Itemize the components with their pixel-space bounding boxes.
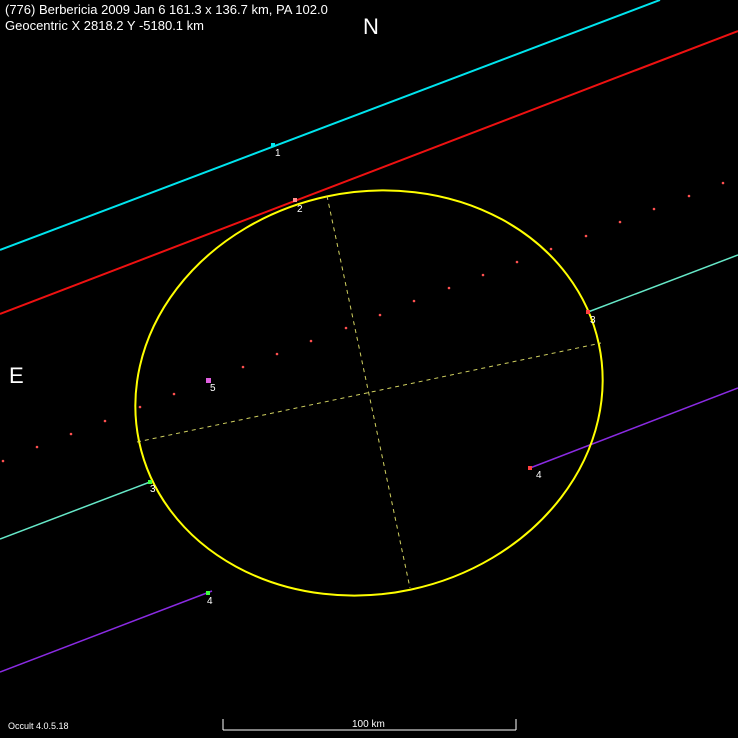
north-label: N — [363, 14, 379, 39]
path-dot — [618, 220, 622, 224]
path-dots — [1, 181, 725, 463]
path-dot — [549, 247, 553, 251]
east-label: E — [9, 363, 24, 388]
chord-4-marker-east — [206, 591, 210, 595]
path-dot — [378, 313, 382, 317]
chord-1-label: 1 — [275, 148, 281, 159]
software-version: Occult 4.0.5.18 — [8, 721, 69, 731]
chord-1-marker — [271, 143, 275, 147]
minor-axis — [326, 195, 411, 589]
path-dot — [35, 445, 39, 449]
path-dot — [447, 286, 451, 290]
path-dot — [344, 326, 348, 330]
path-dot — [172, 392, 176, 396]
chord-4-line-east — [0, 590, 213, 673]
chord-3-marker-west — [586, 310, 590, 314]
occultation-diagram: 1 2 3 3 4 4 5 — [0, 0, 738, 731]
chord-2-label: 2 — [297, 204, 303, 215]
path-dot — [241, 365, 245, 369]
chord-2-marker — [293, 198, 297, 202]
path-dot — [1, 459, 5, 463]
path-dot — [275, 352, 279, 356]
chord-2-line — [0, 30, 738, 315]
path-dot — [103, 419, 107, 423]
chord-4-label-west: 4 — [536, 470, 542, 481]
geocentric-coordinates: Geocentric X 2818.2 Y -5180.1 km — [5, 18, 204, 33]
chord-3-line-east — [0, 481, 151, 540]
chord-3-label-east: 3 — [150, 484, 156, 495]
path-dot — [652, 207, 656, 211]
path-dot — [309, 339, 313, 343]
chord-5-label: 5 — [210, 383, 216, 394]
chord-4-line-west — [529, 387, 738, 469]
event-title: (776) Berbericia 2009 Jan 6 161.3 x 136.… — [5, 2, 328, 17]
path-dot — [687, 194, 691, 198]
chord-3-label-west: 3 — [590, 315, 596, 326]
chord-4-label-east: 4 — [207, 596, 213, 607]
chord-markers — [148, 143, 590, 595]
path-dot — [721, 181, 725, 185]
chord-4-marker-west — [528, 466, 532, 470]
path-dot — [584, 234, 588, 238]
path-dot — [481, 273, 485, 277]
path-dot — [515, 260, 519, 264]
chord-3-line-west — [587, 254, 738, 313]
path-dot — [69, 432, 73, 436]
scale-bar-label: 100 km — [352, 719, 385, 730]
path-dot — [412, 299, 416, 303]
path-dot — [138, 405, 142, 409]
